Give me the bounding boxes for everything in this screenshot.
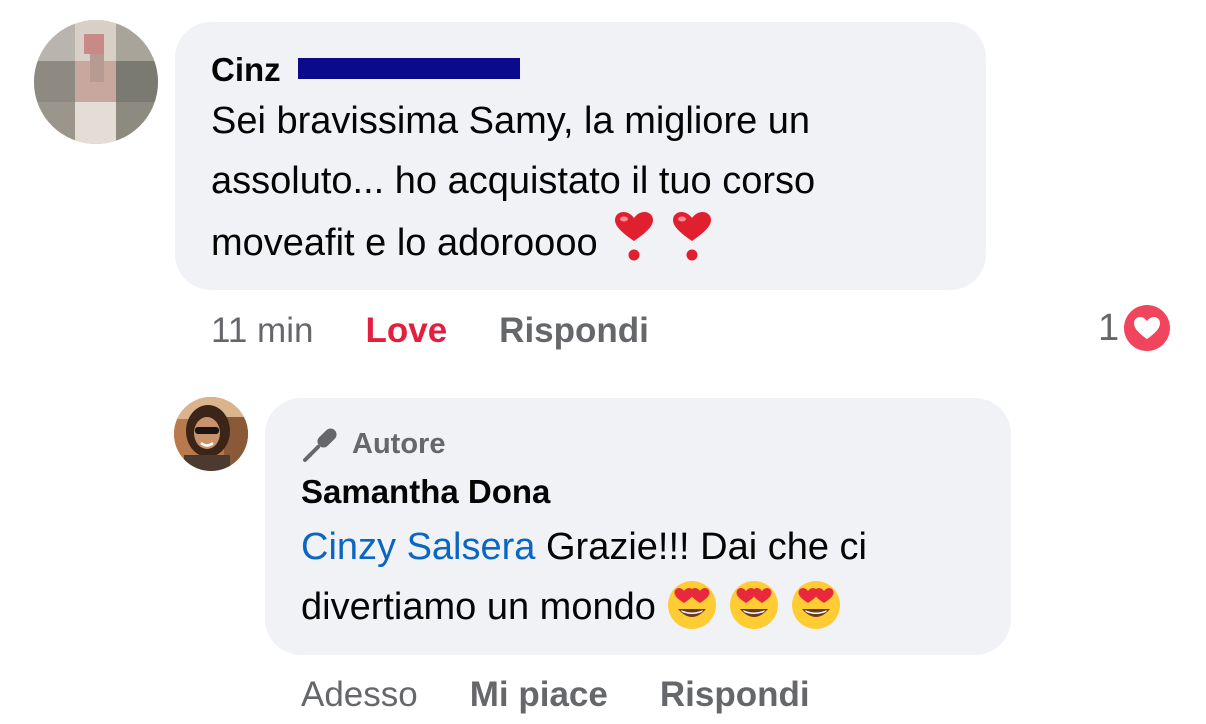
heart-eyes-emoji-icon	[729, 581, 778, 629]
reply-bubble[interactable]: Autore Samantha Dona Cinzy Salsera Grazi…	[265, 398, 1011, 655]
reply-text-line: Cinzy Salsera Grazie!!! Dai che ci	[301, 517, 975, 577]
reaction-summary[interactable]: 1	[1098, 303, 1173, 353]
reply-text-line: divertiamo un mondo	[301, 577, 975, 637]
reply-button[interactable]: Rispondi	[660, 675, 810, 715]
mention-link[interactable]: Cinzy Salsera	[301, 526, 535, 568]
comment-text: Sei bravissima Samy, la migliore un asso…	[211, 91, 950, 273]
reply-author-avatar[interactable]	[174, 397, 248, 471]
heart-eyes-emoji-icon	[667, 581, 716, 629]
like-button[interactable]: Mi piace	[470, 675, 608, 715]
comment-text-line: moveafit e lo adoroooo	[211, 211, 950, 273]
reply-timestamp[interactable]: Adesso	[301, 675, 418, 715]
reaction-count: 1	[1098, 306, 1120, 349]
comment-text-line-content: moveafit e lo adoroooo	[211, 222, 598, 264]
microphone-icon	[303, 428, 337, 462]
reply-author-name[interactable]: Samantha Dona	[301, 470, 975, 514]
author-badge-label: Autore	[352, 427, 446, 460]
commenter-avatar[interactable]	[34, 20, 158, 144]
reply-button[interactable]: Rispondi	[499, 311, 649, 351]
comment-bubble[interactable]: Cinz Sei bravissima Samy, la migliore un…	[175, 22, 986, 290]
reply-actions: Adesso Mi piace Rispondi	[301, 670, 810, 720]
comment-actions: 11 min Love Rispondi	[211, 306, 649, 356]
reply-text-content: Grazie!!! Dai che ci	[535, 526, 867, 568]
reply-text-content: divertiamo un mondo	[301, 586, 656, 628]
love-reaction-button[interactable]: Love	[365, 311, 447, 351]
heart-exclamation-emoji-icon	[672, 212, 711, 261]
comment-author-name[interactable]: Cinz	[211, 51, 281, 88]
author-badge: Autore	[301, 422, 975, 466]
heart-eyes-emoji-icon	[791, 581, 840, 629]
comment-text-line: Sei bravissima Samy, la migliore un	[211, 100, 811, 142]
redaction-bar	[298, 58, 520, 79]
comment-timestamp[interactable]: 11 min	[211, 311, 313, 351]
heart-exclamation-emoji-icon	[614, 212, 653, 261]
heart-reaction-icon	[1122, 303, 1173, 353]
reply-text: Cinzy Salsera Grazie!!! Dai che ci diver…	[301, 517, 975, 637]
comment-text-line: assoluto... ho acquistato il tuo corso	[211, 160, 816, 202]
